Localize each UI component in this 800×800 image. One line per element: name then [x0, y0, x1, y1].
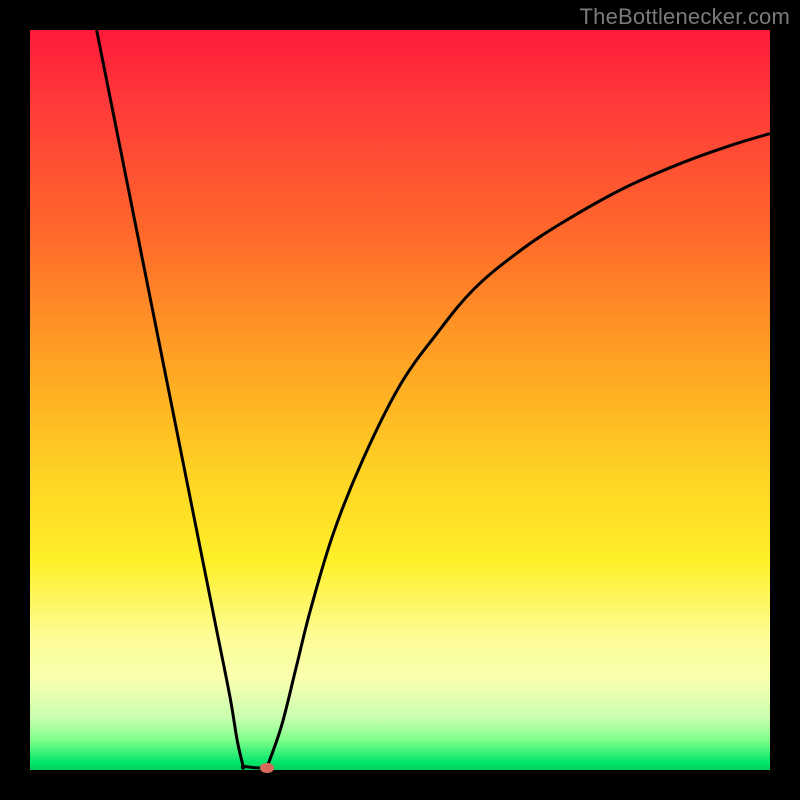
- bottleneck-curve: [30, 30, 770, 770]
- optimal-point-marker: [260, 763, 274, 773]
- chart-frame: TheBottlenecker.com: [0, 0, 800, 800]
- watermark-text: TheBottlenecker.com: [580, 4, 790, 30]
- plot-area: [30, 30, 770, 770]
- curve-path: [97, 30, 770, 770]
